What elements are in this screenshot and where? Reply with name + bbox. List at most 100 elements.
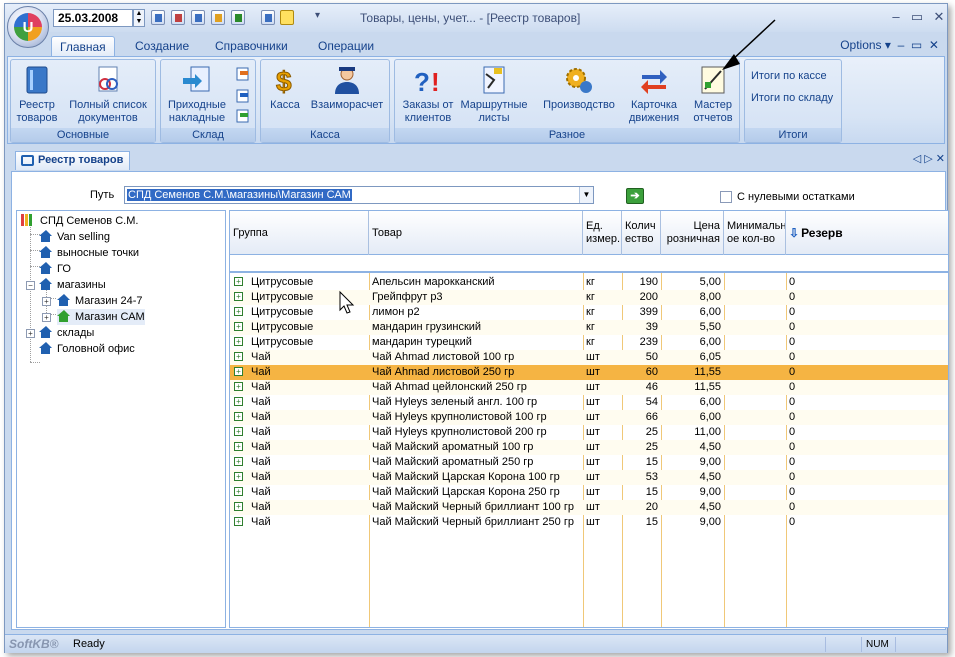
- row-expand-icon[interactable]: +: [234, 382, 243, 391]
- tab-operations[interactable]: Операции: [310, 36, 382, 56]
- col-qty[interactable]: Колич ество: [622, 211, 661, 255]
- row-expand-icon[interactable]: +: [234, 412, 243, 421]
- date-spinner[interactable]: ▲ ▼: [133, 9, 145, 27]
- tree-expand-icon[interactable]: +: [42, 297, 51, 306]
- tab-registry[interactable]: Реестр товаров: [15, 151, 131, 170]
- tree-item-shop-24-7[interactable]: Магазин 24-7: [57, 293, 143, 309]
- client-orders-button[interactable]: ?! Заказы от клиентов: [399, 64, 457, 125]
- settlements-button[interactable]: Взаиморасчет: [307, 64, 387, 112]
- tree-expand-icon[interactable]: +: [26, 329, 35, 338]
- app-orb-button[interactable]: U: [7, 6, 49, 48]
- table-row[interactable]: + Чай Чай Майский ароматный 100 гр шт 25 4,50…: [230, 440, 948, 455]
- table-row[interactable]: + Чай Чай Hyleys зеленый англ. 100 гр шт 54 6…: [230, 395, 948, 410]
- qat-movement-icon[interactable]: [211, 10, 225, 25]
- table-row[interactable]: + Чай Чай Hyleys крупнолистовой 200 гр шт 25…: [230, 425, 948, 440]
- row-expand-icon[interactable]: +: [234, 307, 243, 316]
- tab-create[interactable]: Создание: [127, 36, 197, 56]
- table-row[interactable]: + Чай Чай Ahmad цейлонский 250 гр шт 46 11,55…: [230, 380, 948, 395]
- tree-item-remote-points[interactable]: выносные точки: [39, 245, 139, 261]
- incoming-invoices-button[interactable]: Приходные накладные: [164, 64, 230, 125]
- report-wizard-button[interactable]: Мастер отчетов: [689, 64, 737, 125]
- qat-incoming-icon[interactable]: [191, 10, 205, 25]
- minimize-icon[interactable]: –: [887, 9, 905, 24]
- row-expand-icon[interactable]: +: [234, 367, 243, 376]
- tree-item-head-office[interactable]: Головной офис: [39, 341, 135, 357]
- go-arrow-button[interactable]: ➔: [626, 188, 644, 204]
- tab-close-icon[interactable]: ✕: [936, 153, 945, 165]
- row-expand-icon[interactable]: +: [234, 337, 243, 346]
- qat-registry-icon[interactable]: [151, 10, 165, 25]
- row-expand-icon[interactable]: +: [234, 277, 243, 286]
- row-expand-icon[interactable]: +: [234, 502, 243, 511]
- transfer-invoice-icon[interactable]: [235, 88, 251, 107]
- tab-main[interactable]: Главная: [51, 36, 115, 56]
- col-unit[interactable]: Ед. измер.: [583, 211, 622, 255]
- col-item[interactable]: Товар: [369, 211, 583, 255]
- grid-filter-row[interactable]: [230, 255, 948, 273]
- production-button[interactable]: Производство: [539, 64, 619, 112]
- table-cell: 0: [789, 456, 796, 468]
- table-row[interactable]: + Чай Чай Ahmad листовой 250 гр шт 60 11,55 0: [230, 365, 948, 380]
- report-wizard-icon: [697, 64, 729, 96]
- cash-totals-button[interactable]: Итоги по кассе: [751, 70, 827, 82]
- table-row[interactable]: + Чай Чай Hyleys крупнолистовой 100 гр шт 66…: [230, 410, 948, 425]
- qat-documents-icon[interactable]: [171, 10, 185, 25]
- movement-card-button[interactable]: Карточка движения: [625, 64, 683, 125]
- col-price[interactable]: Цена розничная: [661, 211, 724, 255]
- tab-next-icon[interactable]: ▷: [924, 153, 932, 165]
- qat-customize-icon[interactable]: ▾: [315, 10, 320, 21]
- close-icon[interactable]: ✕: [930, 9, 948, 25]
- qat-report-icon[interactable]: [261, 10, 275, 25]
- options-menu[interactable]: Options ▾ – ▭ ✕: [840, 38, 939, 52]
- row-expand-icon[interactable]: +: [234, 517, 243, 526]
- tab-prev-icon[interactable]: ◁: [913, 153, 921, 165]
- row-expand-icon[interactable]: +: [234, 442, 243, 451]
- filter-icon[interactable]: [280, 10, 294, 25]
- row-expand-icon[interactable]: +: [234, 487, 243, 496]
- route-sheets-button[interactable]: Маршрутные листы: [459, 64, 529, 125]
- table-row[interactable]: + Цитрусовые мандарин турецкий кг 239 6,00 0: [230, 335, 948, 350]
- tree-item-van-selling[interactable]: Van selling: [39, 229, 110, 245]
- row-expand-icon[interactable]: +: [234, 322, 243, 331]
- tree-item-shops[interactable]: магазины: [39, 277, 106, 293]
- table-row[interactable]: + Чай Чай Майский Царская Корона 100 гр шт 5…: [230, 470, 948, 485]
- table-row[interactable]: + Чай Чай Майский Черный бриллиант 100 гр ш…: [230, 500, 948, 515]
- tree-expand-icon[interactable]: +: [42, 313, 51, 322]
- table-row[interactable]: + Цитрусовые Грейпфрут р3 кг 200 8,00 0: [230, 290, 948, 305]
- route-sheet-icon: [478, 64, 510, 96]
- inventory-invoice-icon[interactable]: [235, 108, 251, 127]
- row-expand-icon[interactable]: +: [234, 352, 243, 361]
- table-row[interactable]: + Чай Чай Майский ароматный 250 гр шт 15 9,00…: [230, 455, 948, 470]
- path-combobox[interactable]: СПД Семенов С.М.\магазины\Магазин САМ ▼: [124, 186, 594, 204]
- tree-item-shop-sam[interactable]: Магазин САМ: [57, 309, 145, 325]
- outgoing-invoice-icon[interactable]: [235, 66, 251, 85]
- row-expand-icon[interactable]: +: [234, 292, 243, 301]
- chevron-down-icon[interactable]: ▼: [579, 187, 593, 203]
- col-reserve[interactable]: ⇩ Резерв: [786, 211, 948, 255]
- tree-item-go[interactable]: ГО: [39, 261, 71, 277]
- table-row[interactable]: + Цитрусовые Апельсин марокканский кг 190 5,0…: [230, 275, 948, 290]
- col-group[interactable]: Группа: [230, 211, 369, 255]
- tree-root[interactable]: СПД Семенов С.М.: [21, 213, 138, 229]
- col-min-qty[interactable]: Минимальн ое кол-во: [724, 211, 786, 255]
- qat-orders-icon[interactable]: [231, 10, 245, 25]
- warehouse-totals-button[interactable]: Итоги по складу: [751, 92, 833, 104]
- maximize-icon[interactable]: ▭: [908, 9, 926, 25]
- full-list-button[interactable]: Полный список документов: [65, 64, 151, 125]
- tree-item-warehouses[interactable]: склады: [39, 325, 94, 341]
- row-expand-icon[interactable]: +: [234, 397, 243, 406]
- row-expand-icon[interactable]: +: [234, 472, 243, 481]
- table-row[interactable]: + Чай Чай Майский Черный бриллиант 250 гр ш…: [230, 515, 948, 530]
- date-field[interactable]: 25.03.2008: [53, 9, 133, 27]
- table-row[interactable]: + Чай Чай Ahmad листовой 100 гр шт 50 6,05 0: [230, 350, 948, 365]
- tree-collapse-icon[interactable]: −: [26, 281, 35, 290]
- table-row[interactable]: + Цитрусовые мандарин грузинский кг 39 5,50 0: [230, 320, 948, 335]
- row-expand-icon[interactable]: +: [234, 457, 243, 466]
- table-row[interactable]: + Цитрусовые лимон р2 кг 399 6,00 0: [230, 305, 948, 320]
- tab-references[interactable]: Справочники: [207, 36, 296, 56]
- row-expand-icon[interactable]: +: [234, 427, 243, 436]
- zero-stock-checkbox[interactable]: [720, 191, 732, 203]
- cash-button[interactable]: $ Касса: [267, 64, 303, 112]
- registry-button[interactable]: Реестр товаров: [15, 64, 59, 125]
- table-row[interactable]: + Чай Чай Майский Царская Корона 250 гр шт 1…: [230, 485, 948, 500]
